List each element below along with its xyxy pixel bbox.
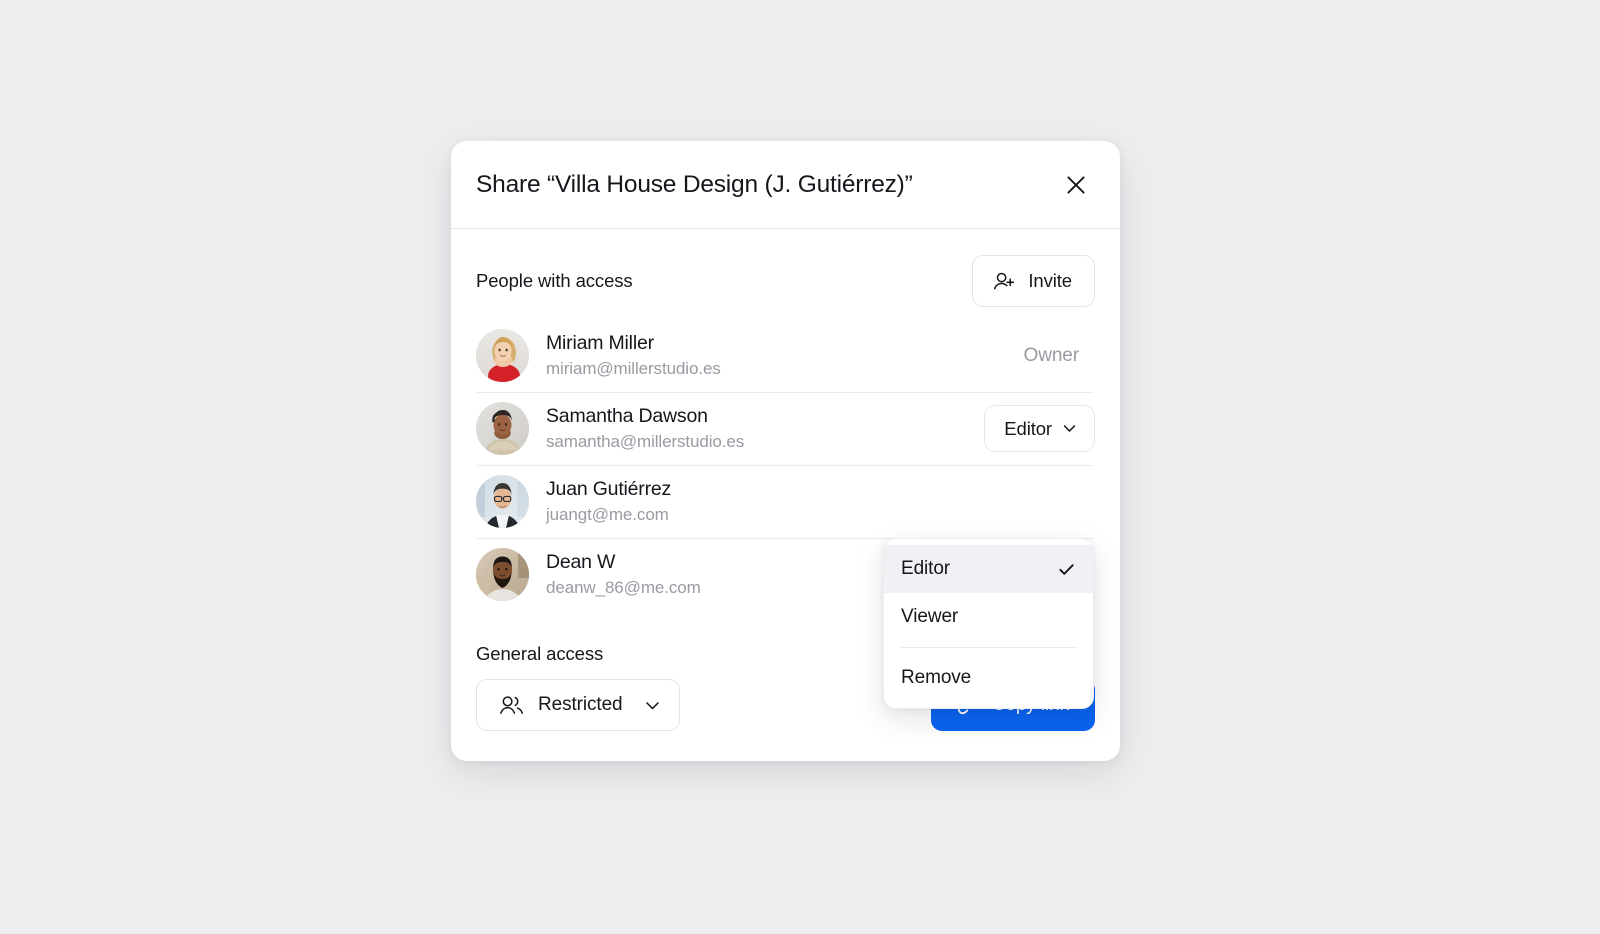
menu-item-label: Editor xyxy=(901,558,951,579)
person-email: juangt@me.com xyxy=(546,504,669,524)
menu-item-label: Remove xyxy=(901,667,972,688)
menu-item-remove[interactable]: Remove xyxy=(884,654,1093,702)
people-section-header: People with access Invite xyxy=(476,255,1095,307)
people-group-icon xyxy=(498,692,525,719)
general-access-value: Restricted xyxy=(538,694,623,715)
table-row[interactable]: Miriam Miller miriam@millerstudio.es Own… xyxy=(476,319,1095,392)
close-button[interactable] xyxy=(1058,167,1094,203)
people-section-label: People with access xyxy=(476,270,633,291)
dialog-body: People with access Invite Miriam Miller … xyxy=(451,229,1120,761)
avatar xyxy=(476,402,529,455)
role-dropdown-trigger[interactable]: Editor xyxy=(984,405,1095,452)
dialog-header: Share “Villa House Design (J. Gutiérrez)… xyxy=(451,141,1120,229)
general-access-select[interactable]: Restricted xyxy=(476,679,680,731)
menu-divider xyxy=(900,647,1077,648)
invite-button[interactable]: Invite xyxy=(972,255,1095,307)
person-name: Miriam Miller xyxy=(546,332,654,355)
person-meta: Miriam Miller miriam@millerstudio.es xyxy=(546,331,1024,379)
menu-item-editor[interactable]: Editor xyxy=(884,545,1093,593)
person-email: miriam@millerstudio.es xyxy=(546,358,721,378)
share-dialog: Share “Villa House Design (J. Gutiérrez)… xyxy=(451,141,1120,761)
person-name: Juan Gutiérrez xyxy=(546,478,672,501)
check-icon xyxy=(1057,560,1076,579)
avatar xyxy=(476,548,529,601)
menu-item-label: Viewer xyxy=(901,606,959,627)
menu-item-viewer[interactable]: Viewer xyxy=(884,593,1093,641)
dialog-title: Share “Villa House Design (J. Gutiérrez)… xyxy=(476,170,913,198)
person-meta: Samantha Dawson samantha@millerstudio.es xyxy=(546,404,984,452)
person-plus-icon xyxy=(992,269,1017,294)
close-icon xyxy=(1065,174,1087,196)
person-name: Samantha Dawson xyxy=(546,405,708,428)
avatar xyxy=(476,329,529,382)
role-dropdown-label: Editor xyxy=(1004,417,1052,439)
role-dropdown-menu: Editor Viewer Remove xyxy=(883,538,1094,709)
role-owner-label: Owner xyxy=(1023,344,1080,366)
table-row[interactable]: Juan Gutiérrez juangt@me.com xyxy=(476,465,1095,538)
person-meta: Juan Gutiérrez juangt@me.com xyxy=(546,477,1095,525)
person-email: samantha@millerstudio.es xyxy=(546,431,745,451)
table-row[interactable]: Samantha Dawson samantha@millerstudio.es… xyxy=(476,392,1095,465)
avatar xyxy=(476,475,529,528)
chevron-down-icon xyxy=(1061,420,1078,437)
chevron-down-icon xyxy=(643,696,662,715)
invite-button-label: Invite xyxy=(1028,270,1072,291)
